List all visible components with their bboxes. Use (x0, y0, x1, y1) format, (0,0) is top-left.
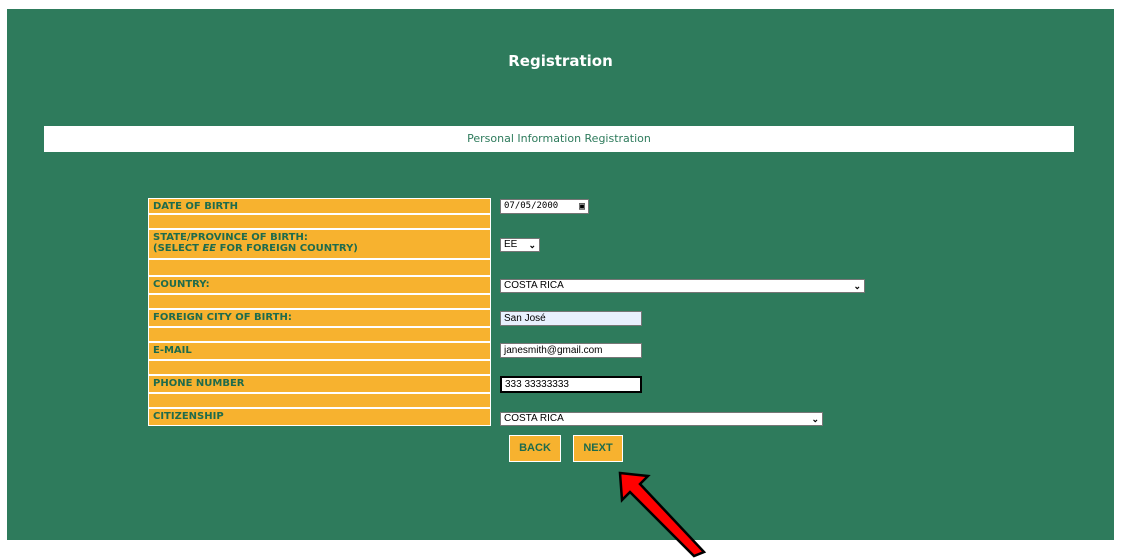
country-select-value: COSTA RICA (504, 280, 564, 291)
spacer-row (148, 259, 491, 276)
chevron-down-icon: ⌄ (811, 414, 819, 424)
spacer-row (148, 214, 491, 229)
state-select[interactable]: EE ⌄ (500, 238, 540, 252)
chevron-down-icon: ⌄ (528, 240, 536, 250)
state-label-line1: STATE/PROVINCE OF BIRTH: (153, 232, 308, 243)
citizenship-select-value: COSTA RICA (504, 413, 564, 424)
email-label: E-MAIL (148, 342, 491, 360)
state-label-line2-em: EE (202, 243, 217, 254)
dob-input[interactable]: 07/05/2000 ▣ (500, 199, 589, 214)
dob-value: 07/05/2000 (504, 201, 559, 211)
red-arrow-annotation (618, 471, 707, 558)
spacer-row (148, 393, 491, 408)
page-title: Registration (508, 52, 613, 70)
next-button[interactable]: NEXT (573, 435, 623, 462)
citizenship-label: CITIZENSHIP (148, 408, 491, 426)
back-button[interactable]: BACK (509, 435, 561, 462)
phone-label: PHONE NUMBER (148, 375, 491, 393)
dob-label: DATE OF BIRTH (148, 198, 491, 214)
chevron-down-icon: ⌄ (853, 281, 861, 291)
section-header: Personal Information Registration (44, 126, 1074, 152)
country-select[interactable]: COSTA RICA ⌄ (500, 279, 865, 293)
city-label: FOREIGN CITY OF BIRTH: (148, 309, 491, 327)
state-label-line2-suffix: FOR FOREIGN COUNTRY) (216, 243, 358, 254)
citizenship-select[interactable]: COSTA RICA ⌄ (500, 412, 823, 426)
email-input[interactable]: janesmith@gmail.com (500, 343, 642, 358)
spacer-row (148, 360, 491, 375)
country-label: COUNTRY: (148, 276, 491, 294)
spacer-row (148, 327, 491, 342)
state-label: STATE/PROVINCE OF BIRTH: (SELECT EE FOR … (148, 229, 491, 259)
calendar-icon[interactable]: ▣ (579, 200, 585, 213)
phone-input[interactable]: 333 33333333 (500, 376, 642, 393)
city-input[interactable]: San José (500, 311, 642, 326)
section-title: Personal Information Registration (467, 132, 651, 145)
state-label-line2-prefix: (SELECT (153, 243, 203, 254)
state-select-value: EE (504, 239, 518, 250)
spacer-row (148, 294, 491, 309)
